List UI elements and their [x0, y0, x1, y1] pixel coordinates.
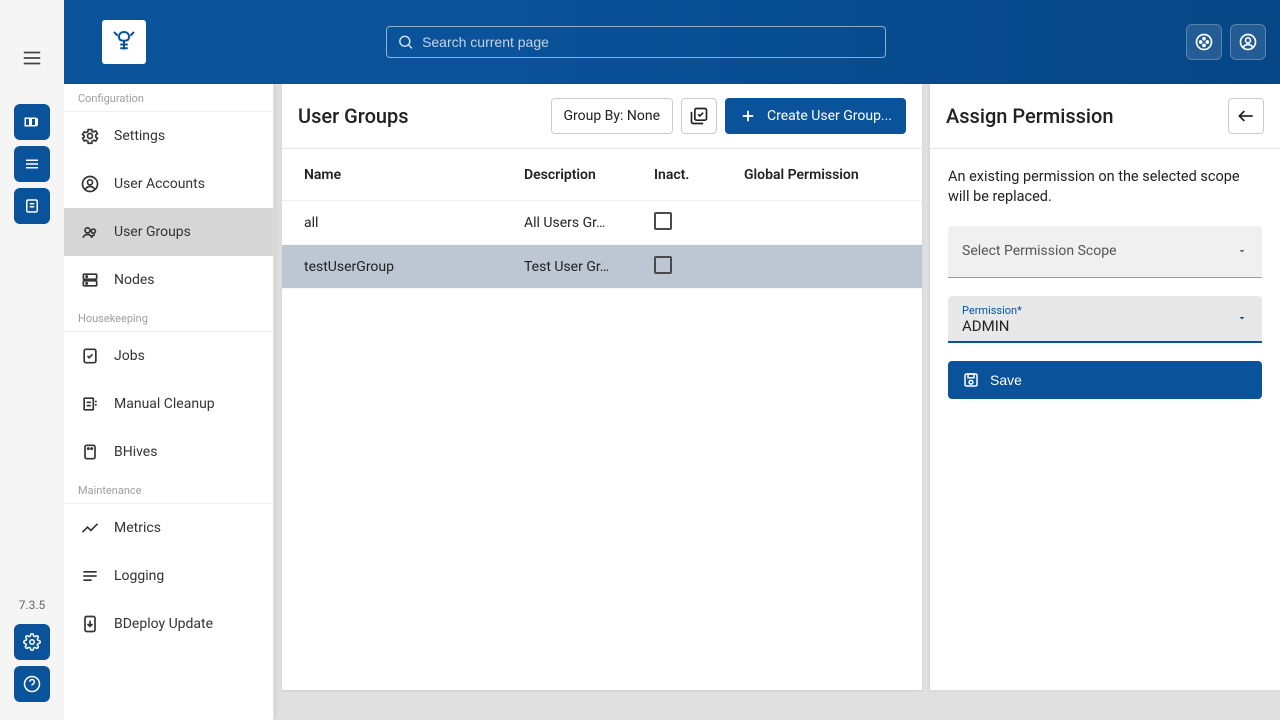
plus-icon [739, 107, 757, 125]
search-icon [397, 33, 414, 51]
nav-label: Settings [114, 128, 165, 144]
rail-groups-icon[interactable] [14, 104, 50, 140]
side-panel: Assign Permission An existing permission… [930, 84, 1280, 690]
chart-line-icon [80, 518, 100, 538]
nav-label: User Accounts [114, 176, 205, 192]
back-button[interactable] [1228, 98, 1264, 134]
nav-item-logging[interactable]: Logging [64, 552, 273, 600]
col-name[interactable]: Name [304, 167, 524, 183]
app-logo[interactable] [102, 20, 146, 64]
col-global-permission[interactable]: Global Permission [744, 167, 900, 183]
rail-list-icon[interactable] [14, 146, 50, 182]
nav-section-configuration: Configuration [64, 84, 273, 112]
nav-item-jobs[interactable]: Jobs [64, 332, 273, 380]
col-inactive[interactable]: Inact. [654, 167, 744, 183]
gear-icon [80, 126, 100, 146]
nav-item-settings[interactable]: Settings [64, 112, 273, 160]
group-icon [80, 222, 100, 242]
permission-label: Permission* [962, 304, 1248, 317]
save-button[interactable]: Save [948, 361, 1262, 399]
log-icon [80, 566, 100, 586]
theme-icon[interactable] [1186, 24, 1222, 60]
table-row[interactable]: all All Users Gr… [282, 201, 922, 245]
checkbox-icon[interactable] [654, 212, 672, 230]
main-header: User Groups Group By: None Create User G… [282, 84, 922, 149]
nav-item-bdeploy-update[interactable]: BDeploy Update [64, 600, 273, 648]
select-all-icon [689, 106, 709, 126]
user-groups-table: Name Description Inact. Global Permissio… [282, 149, 922, 690]
save-label: Save [990, 372, 1022, 388]
permission-select[interactable]: Permission* ADMIN [948, 296, 1262, 343]
group-by-label: Group By: None [564, 108, 661, 124]
nav-item-user-groups[interactable]: User Groups [64, 208, 273, 256]
topbar [64, 0, 1280, 84]
storage-icon [80, 442, 100, 462]
check-doc-icon [80, 346, 100, 366]
nav-section-maintenance: Maintenance [64, 476, 273, 504]
nav-label: BHives [114, 444, 157, 460]
cell-description: Test User Gr… [524, 259, 654, 275]
body: Configuration Settings User Accounts Use… [64, 84, 1280, 720]
rail-tasks-icon[interactable] [14, 188, 50, 224]
nav-item-metrics[interactable]: Metrics [64, 504, 273, 552]
nav-label: Metrics [114, 520, 161, 536]
table-header: Name Description Inact. Global Permissio… [282, 149, 922, 201]
version-label: 7.3.5 [19, 598, 46, 612]
col-description[interactable]: Description [524, 167, 654, 183]
cell-description: All Users Gr… [524, 215, 654, 231]
side-body: An existing permission on the selected s… [930, 149, 1280, 417]
nav-item-manual-cleanup[interactable]: Manual Cleanup [64, 380, 273, 428]
chevron-down-icon [1236, 245, 1248, 257]
nav-label: Manual Cleanup [114, 396, 215, 412]
nav-label: User Groups [114, 224, 191, 240]
table-row[interactable]: testUserGroup Test User Gr… [282, 245, 922, 289]
server-icon [80, 270, 100, 290]
side-header: Assign Permission [930, 84, 1280, 149]
page-title: User Groups [298, 104, 409, 128]
nav-sidebar: Configuration Settings User Accounts Use… [64, 84, 274, 720]
group-by-button[interactable]: Group By: None [551, 98, 674, 134]
side-title: Assign Permission [946, 104, 1114, 128]
nav-label: Jobs [114, 348, 145, 364]
nav-label: Logging [114, 568, 164, 584]
cell-inactive [654, 212, 744, 234]
nav-item-nodes[interactable]: Nodes [64, 256, 273, 304]
main-panel: User Groups Group By: None Create User G… [282, 84, 922, 690]
select-all-button[interactable] [681, 98, 717, 134]
chevron-down-icon [1236, 312, 1248, 324]
checkbox-icon[interactable] [654, 256, 672, 274]
nav-section-housekeeping: Housekeeping [64, 304, 273, 332]
create-label: Create User Group... [767, 108, 892, 124]
nav-item-user-accounts[interactable]: User Accounts [64, 160, 273, 208]
rail-settings-icon[interactable] [14, 624, 50, 660]
cell-name: testUserGroup [304, 259, 524, 275]
nav-label: BDeploy Update [114, 616, 213, 632]
permission-scope-select[interactable]: Select Permission Scope [948, 226, 1262, 278]
left-rail: 7.3.5 [0, 0, 64, 720]
save-icon [962, 371, 980, 389]
scope-placeholder: Select Permission Scope [962, 243, 1117, 259]
create-user-group-button[interactable]: Create User Group... [725, 98, 906, 134]
clipboard-list-icon [80, 394, 100, 414]
cell-inactive [654, 256, 744, 278]
account-icon[interactable] [1230, 24, 1266, 60]
nav-item-bhives[interactable]: BHives [64, 428, 273, 476]
search-input[interactable] [422, 34, 875, 50]
search-box[interactable] [386, 26, 886, 58]
cell-name: all [304, 215, 524, 231]
side-info-text: An existing permission on the selected s… [948, 167, 1262, 208]
hamburger-menu-icon[interactable] [14, 40, 50, 76]
nav-label: Nodes [114, 272, 155, 288]
rail-help-icon[interactable] [14, 666, 50, 702]
user-icon [80, 174, 100, 194]
download-icon [80, 614, 100, 634]
permission-value: ADMIN [962, 317, 1248, 335]
arrow-left-icon [1236, 106, 1256, 126]
